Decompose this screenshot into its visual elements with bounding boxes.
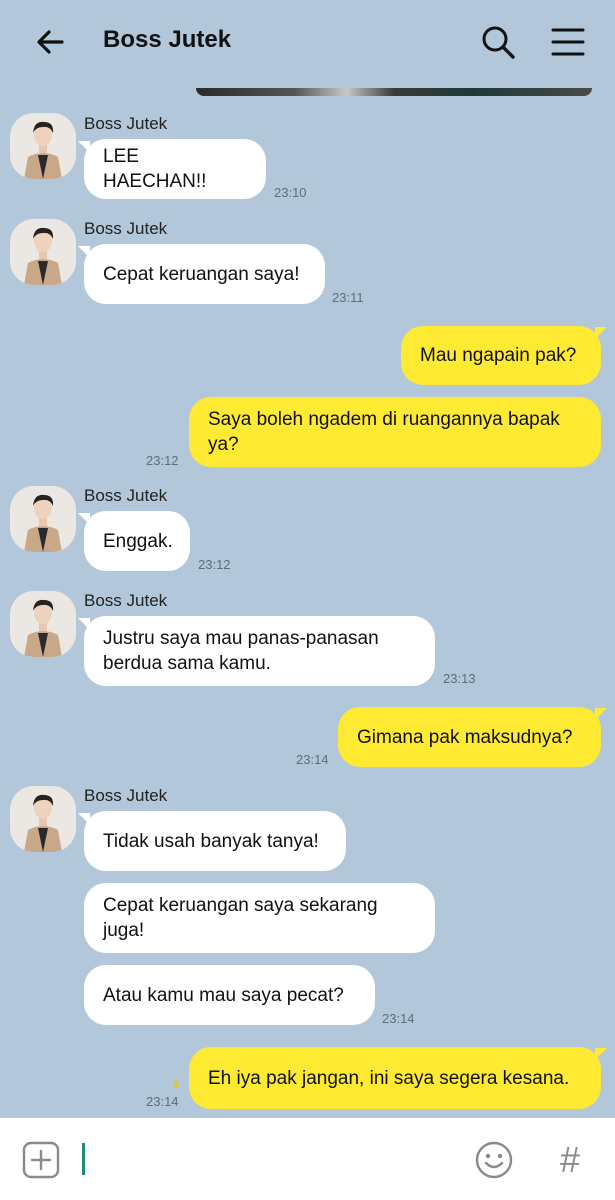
sender-name: Boss Jutek: [84, 591, 168, 610]
message-time: 23:14: [382, 1011, 415, 1026]
search-icon: [482, 26, 515, 59]
incoming-message-bubble[interactable]: Justru saya mau panas-panasan berdua sam…: [84, 616, 435, 686]
bubble-tail: [595, 708, 607, 720]
message-text: Atau kamu mau saya pecat?: [103, 984, 344, 1006]
chat-header: Boss Jutek: [0, 0, 615, 88]
bubble-tail: [78, 813, 90, 825]
hamburger-menu-icon: [551, 28, 585, 56]
incoming-message-bubble[interactable]: Cepat keruangan saya sekarang juga!: [84, 883, 435, 953]
message-time: 23:12: [198, 557, 231, 572]
message-text: Gimana pak maksudnya?: [357, 726, 573, 748]
message-text: Tidak usah banyak tanya!: [103, 830, 319, 852]
incoming-message-bubble[interactable]: Atau kamu mau saya pecat?: [84, 965, 375, 1025]
back-button[interactable]: [28, 20, 72, 64]
message-text: Saya boleh ngadem di ruangannya bapak ya…: [208, 409, 560, 455]
message-time: 23:12: [146, 453, 179, 468]
incoming-message-bubble[interactable]: LEE HAECHAN!!: [84, 139, 266, 199]
bubble-tail: [78, 141, 90, 153]
bubble-tail: [78, 246, 90, 258]
avatar[interactable]: [10, 113, 76, 179]
outgoing-message-bubble[interactable]: Gimana pak maksudnya?: [338, 707, 601, 767]
emoji-button[interactable]: [474, 1140, 514, 1180]
menu-button[interactable]: [544, 18, 592, 66]
outgoing-message-bubble[interactable]: Eh iya pak jangan, ini saya segera kesan…: [189, 1047, 601, 1109]
hashtag-button[interactable]: #: [550, 1138, 590, 1182]
sender-name: Boss Jutek: [84, 219, 168, 238]
outgoing-message-bubble[interactable]: Mau ngapain pak?: [401, 326, 601, 385]
avatar[interactable]: [10, 219, 76, 285]
bubble-tail: [78, 513, 90, 525]
avatar[interactable]: [10, 786, 76, 852]
incoming-message-bubble[interactable]: Enggak.: [84, 511, 190, 571]
attach-button[interactable]: [22, 1141, 60, 1179]
bubble-tail: [595, 327, 607, 339]
smiley-icon: [475, 1141, 513, 1179]
message-text: Cepat keruangan saya sekarang juga!: [103, 895, 378, 941]
bubble-tail: [78, 618, 90, 630]
message-time: 23:10: [274, 185, 307, 200]
message-input-bar: #: [0, 1118, 615, 1200]
message-time: 23:14: [146, 1094, 179, 1109]
plus-square-icon: [22, 1141, 60, 1179]
incoming-message-bubble[interactable]: Cepat keruangan saya!: [84, 244, 325, 304]
avatar[interactable]: [10, 486, 76, 552]
incoming-message-bubble[interactable]: Tidak usah banyak tanya!: [84, 811, 346, 871]
unread-count: 1: [173, 1078, 180, 1090]
bubble-tail: [595, 1048, 607, 1060]
message-input-field[interactable]: [82, 1143, 85, 1175]
message-time: 23:11: [332, 290, 364, 305]
sender-name: Boss Jutek: [84, 114, 168, 133]
message-time: 23:14: [296, 752, 329, 767]
message-time: 23:13: [443, 671, 476, 686]
message-text: Justru saya mau panas-panasan berdua sam…: [103, 628, 379, 674]
message-text: Eh iya pak jangan, ini saya segera kesan…: [208, 1067, 570, 1089]
search-button[interactable]: [474, 18, 522, 66]
message-text: LEE HAECHAN!!: [103, 146, 207, 192]
chat-title: Boss Jutek: [103, 26, 232, 53]
avatar[interactable]: [10, 591, 76, 657]
sender-name: Boss Jutek: [84, 786, 168, 805]
message-text: Mau ngapain pak?: [420, 345, 577, 366]
outgoing-message-bubble[interactable]: Saya boleh ngadem di ruangannya bapak ya…: [189, 397, 601, 467]
message-text: Enggak.: [103, 530, 173, 552]
message-text: Cepat keruangan saya!: [103, 263, 300, 285]
sender-name: Boss Jutek: [84, 486, 168, 505]
arrow-left-icon: [37, 30, 64, 54]
